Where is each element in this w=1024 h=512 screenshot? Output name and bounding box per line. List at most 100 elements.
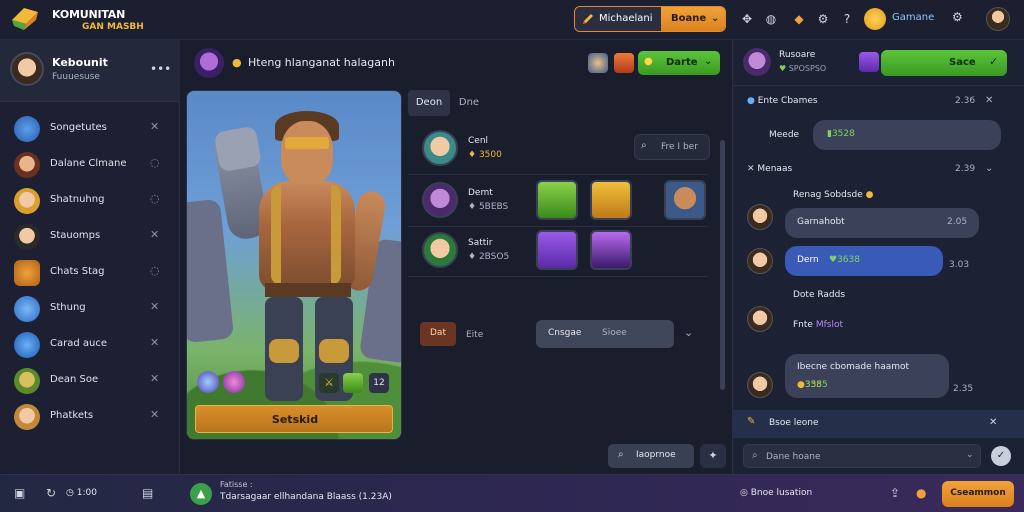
skill-arcane-icon[interactable] [223,371,245,393]
chevron-down-icon[interactable]: ⌄ [966,450,974,460]
more-options-icon[interactable]: ••• [150,62,171,76]
close-icon[interactable]: ✕ [985,95,993,106]
close-icon[interactable]: ✕ [989,417,997,428]
globe-icon[interactable]: ◍ [762,10,780,28]
location-display[interactable]: ◎ Bnoe lusation [740,488,812,498]
chevron-down-icon[interactable]: ⌄ [684,326,693,339]
settings-icon[interactable]: ⚙ [952,10,963,24]
hero-harness [271,185,341,285]
status-icon[interactable]: ▲ [190,483,212,505]
help-icon[interactable]: ? [838,10,856,28]
refresh-icon[interactable]: ↻ [46,486,56,500]
close-icon[interactable]: ✕ [150,408,159,421]
item-rune-icon[interactable] [536,230,578,270]
chat-bubble-icon[interactable]: ◌ [150,264,160,277]
sidebar-item-8[interactable]: Dean Soe ✕ [0,364,180,398]
gem-icon[interactable] [859,52,879,72]
portrait-icon[interactable] [588,53,608,73]
user-avatar[interactable] [986,7,1010,31]
message-avatar[interactable] [747,248,773,274]
message-bubble[interactable]: Ibecne cbomade haamot ● 338 3555 [785,354,949,398]
row-portrait[interactable] [422,130,458,166]
item-leaf-icon[interactable] [536,180,578,220]
chat-action-button[interactable]: Sace ✓ [881,50,1007,76]
top-mode-switch[interactable]: Michaelani Boane ⌄ [574,6,726,32]
profile-card[interactable]: Kebounit Fuuuesuse ••• [0,40,180,102]
chat-input[interactable] [766,448,956,466]
sidebar-item-6[interactable]: Sthung ✕ [0,292,180,326]
sidebar-item-2[interactable]: Dalane Clmane ◌ [0,148,180,182]
message-bubble[interactable]: ▮ 3528 [813,120,1001,150]
message-bubble[interactable]: Dern ♥ 3638 [785,246,943,276]
tab-1[interactable]: Deon [408,90,450,116]
message-avatar[interactable] [747,306,773,332]
mode-action-button[interactable]: Boane ⌄ [661,7,725,31]
chest-icon [14,260,40,286]
share-icon[interactable]: ⇪ [890,486,900,500]
message-bubble[interactable]: Garnahobt 2.05 [785,208,979,238]
message-time: 2.35 [953,384,974,394]
chevron-down-icon[interactable]: ⌄ [985,163,993,174]
item-crown-icon[interactable] [590,180,632,220]
sidebar-item-9[interactable]: Phatkets ✕ [0,400,180,434]
chat-bubble-icon[interactable]: ◌ [150,192,160,205]
app-logo[interactable]: KOMUNITAN GAN MASBH [8,4,158,36]
message-avatar[interactable] [747,372,773,398]
mode-segment[interactable]: Michaelani [575,7,661,31]
coin-icon: ● [232,56,242,69]
location-text: Bnoe lusation [750,488,813,498]
send-icon[interactable]: ✓ [991,446,1011,466]
puzzle-icon[interactable]: ✥ [738,10,756,28]
close-icon[interactable]: ✕ [150,336,159,349]
hero-avatar[interactable] [194,48,224,78]
box-icon[interactable]: ◆ [790,10,808,28]
sidebar-item-4[interactable]: Stauomps ✕ [0,220,180,254]
search-button[interactable]: ⌕ Iaoprnoe [608,444,694,468]
pin-icon[interactable]: ✦ [700,444,726,468]
gear-icon[interactable]: ⚙ [814,10,832,28]
sidebar-item-3[interactable]: Shatnuhng ◌ [0,184,180,218]
sidebar-item-7[interactable]: Carad auce ✕ [0,328,180,362]
search-field[interactable]: ⌕ Fre I ber [634,134,710,160]
main-content: ● Hteng hlanganat halaganh ● Darte ⌄ ⚔ 1… [180,40,732,474]
message-text-value: 3638 [837,255,860,265]
user-chip[interactable]: Gamane ⚙ [862,6,972,32]
layout-icon[interactable]: ▤ [142,486,153,500]
sidebar-item-label: Carad auce [50,338,107,349]
skill-ice-icon[interactable] [197,371,219,393]
chat-avatar[interactable] [743,48,771,76]
message-author: Meede [769,130,800,140]
profile-avatar[interactable] [10,52,44,86]
sidebar-item-1[interactable]: Songetutes ✕ [0,112,180,146]
close-icon[interactable]: ✕ [150,120,159,133]
gem-icon[interactable] [343,373,363,393]
close-icon[interactable]: ✕ [150,228,159,241]
row-portrait[interactable] [422,182,458,218]
badge-button[interactable]: Dat [420,322,456,346]
scrollbar[interactable] [720,140,725,390]
close-icon[interactable]: ✕ [150,300,159,313]
chat-bubble-icon[interactable]: ◌ [150,156,160,169]
row-portrait[interactable] [422,232,458,268]
hero-card[interactable]: ⚔ 12 Setskid [186,90,402,440]
item-portrait-icon[interactable] [664,180,706,220]
close-icon[interactable]: ✕ [150,372,159,385]
filter-dropdown[interactable]: Cnsgae Sioee [536,320,674,348]
chat-name: Rusoare [779,50,816,60]
top-bar: KOMUNITAN GAN MASBH Michaelani Boane ⌄ ✥… [0,0,1024,40]
coin-icon[interactable]: ● [916,486,926,500]
message-avatar[interactable] [747,204,773,230]
chat-input-box[interactable]: ⌕ ⌄ [743,444,981,468]
tab-2[interactable]: Dne [454,90,484,116]
pinned-bar[interactable]: ✎ Bsoe leone ✕ [733,410,1024,438]
save-icon[interactable]: ▣ [14,486,25,500]
sword-icon[interactable]: ⚔ [319,373,339,393]
sidebar-item-label: Phatkets [50,410,94,421]
message-text: Ibecne cbomade haamot [797,362,910,372]
primary-action-button[interactable]: Cseammon [942,481,1014,507]
item-blade-icon[interactable] [590,230,632,270]
sidebar-item-5[interactable]: Chats Stag ◌ [0,256,180,290]
confirm-button[interactable]: ● Darte ⌄ [638,51,720,75]
select-hero-button[interactable]: Setskid [195,405,393,433]
fire-icon[interactable] [614,53,634,73]
